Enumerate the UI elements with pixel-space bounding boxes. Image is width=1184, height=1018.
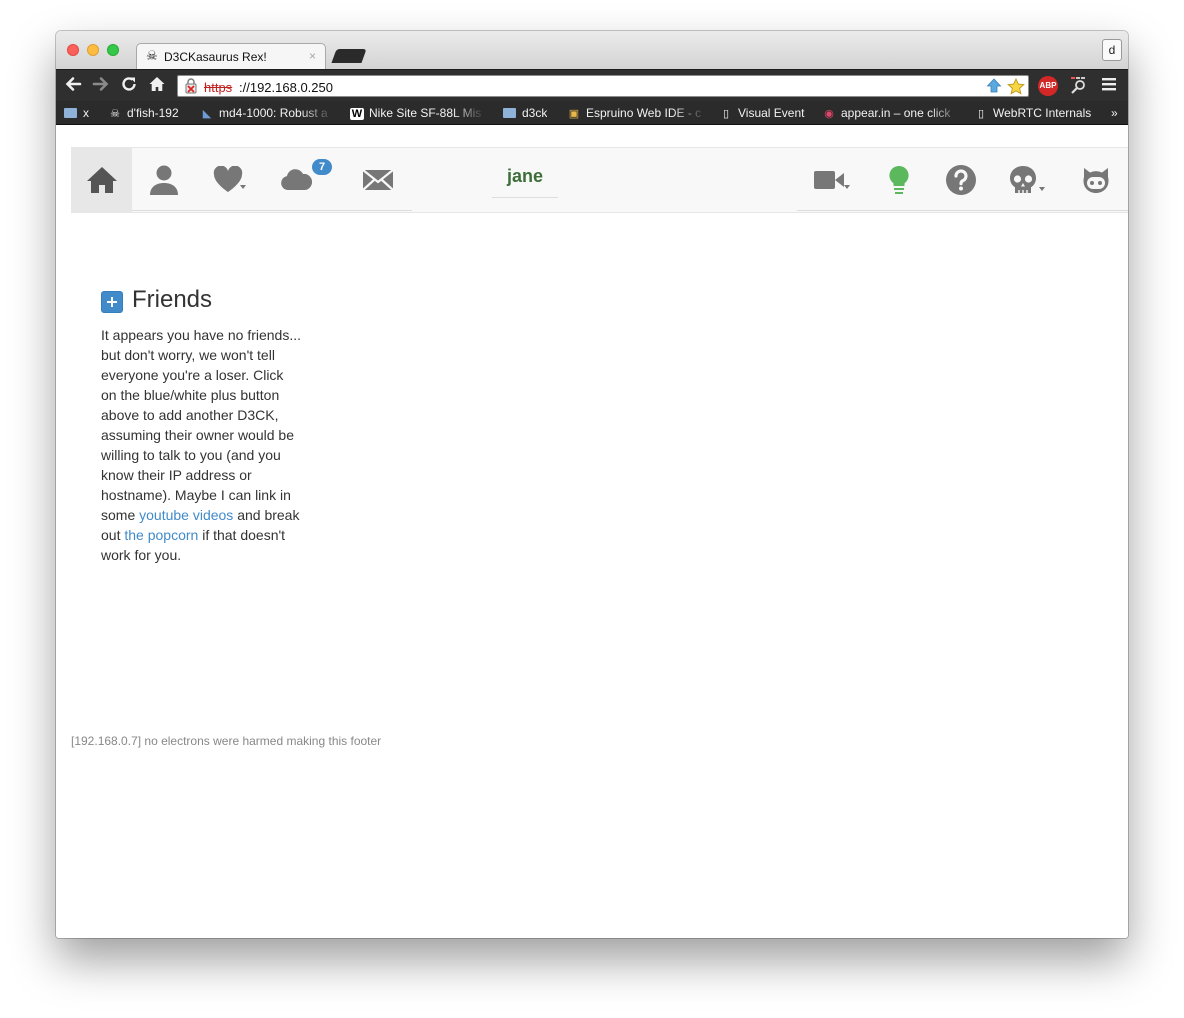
user-icon	[150, 165, 178, 195]
tab-title: D3CKasaurus Rex!	[164, 50, 267, 64]
bookmark-item[interactable]: ▣ Espruino Web IDE - c	[567, 106, 707, 120]
bookmark-item[interactable]: ☠ d'fish-192	[108, 106, 179, 120]
lightbulb-icon	[889, 165, 909, 194]
nav-lightbulb[interactable]	[869, 148, 929, 212]
title-bar: ☠ D3CKasaurus Rex! × d	[56, 31, 1128, 69]
wikipedia-icon: W	[350, 108, 364, 120]
browser-tab-active[interactable]: ☠ D3CKasaurus Rex! ×	[136, 43, 326, 69]
back-arrow-icon[interactable]	[63, 75, 83, 95]
bookmark-item[interactable]: ▯ Visual Event	[719, 106, 805, 120]
nav-cloud[interactable]	[266, 148, 326, 212]
chevron-down-icon	[1039, 187, 1045, 191]
nav-help[interactable]	[931, 148, 991, 212]
folder-icon	[64, 108, 77, 118]
search-extension-icon[interactable]	[1069, 75, 1089, 101]
cloud-icon	[281, 169, 312, 190]
bookmark-item[interactable]: x	[64, 106, 89, 120]
brand-username[interactable]: jane	[492, 163, 558, 198]
help-icon	[946, 165, 976, 195]
mail-icon	[362, 169, 394, 191]
close-window-button[interactable]	[67, 44, 79, 56]
address-bar[interactable]: https ://192.168.0.250	[177, 75, 1029, 97]
bookmark-star-icon[interactable]	[1007, 77, 1025, 99]
broken-lock-icon	[184, 78, 198, 94]
notification-badge: 7	[312, 159, 332, 175]
nav-divider	[132, 210, 412, 211]
bookmarks-more-button[interactable]: »	[1111, 106, 1118, 120]
skull-icon: ☠	[110, 108, 120, 120]
bookmark-item[interactable]: W Nike Site SF-88L Mis	[350, 106, 486, 120]
tab-close-icon[interactable]: ×	[309, 49, 316, 63]
home-icon	[87, 167, 117, 193]
bookmark-item[interactable]: d3ck	[503, 106, 547, 120]
menu-icon[interactable]	[1100, 75, 1118, 99]
profile-button[interactable]: d	[1102, 39, 1122, 61]
add-friend-button[interactable]	[101, 291, 123, 313]
popcorn-link[interactable]: the popcorn	[124, 527, 198, 543]
nav-home[interactable]	[72, 148, 132, 212]
youtube-videos-link[interactable]: youtube videos	[139, 507, 233, 523]
app-navbar: 7 jane	[71, 147, 1128, 213]
app-icon: ▣	[568, 108, 580, 120]
new-tab-button[interactable]	[331, 49, 367, 63]
nav-favorites-dropdown[interactable]	[198, 148, 258, 212]
friends-heading: Friends	[132, 286, 213, 313]
github-octocat-icon	[1083, 168, 1109, 193]
nav-github[interactable]	[1066, 148, 1126, 212]
friends-empty-message: It appears you have no friends... but do…	[101, 327, 302, 563]
adblock-icon[interactable]: ABP	[1038, 76, 1058, 96]
document-icon: ▯	[722, 108, 730, 120]
video-camera-icon	[814, 171, 844, 189]
home-icon[interactable]	[147, 75, 167, 95]
minimize-window-button[interactable]	[87, 44, 99, 56]
browser-toolbar: https ://192.168.0.250 ABP	[56, 69, 1128, 101]
browser-window: ☠ D3CKasaurus Rex! × d https ://192.168.…	[56, 31, 1128, 938]
reload-icon[interactable]	[119, 75, 139, 95]
chevron-down-icon	[844, 185, 850, 189]
zoom-window-button[interactable]	[107, 44, 119, 56]
document-icon: ▯	[977, 108, 985, 120]
bookmark-item[interactable]: ◉ appear.in – one click	[822, 106, 964, 120]
skull-icon	[1010, 166, 1036, 193]
nav-divider	[797, 210, 1128, 211]
folder-icon	[503, 108, 516, 118]
page-icon: ◣	[202, 108, 212, 120]
appear-icon: ◉	[824, 108, 834, 120]
heart-icon	[213, 166, 243, 192]
url-host: ://192.168.0.250	[239, 80, 333, 95]
bookmark-item[interactable]: ▯ WebRTC Internals	[974, 106, 1091, 120]
chevron-down-icon	[240, 185, 246, 189]
nav-user[interactable]	[134, 148, 194, 212]
nav-mail[interactable]	[348, 148, 408, 212]
skull-icon: ☠	[146, 48, 158, 63]
bookmark-item[interactable]: ◣ md4-1000: Robust a	[200, 106, 334, 120]
url-scheme: https	[204, 80, 233, 95]
bookmarks-bar: x ☠ d'fish-192 ◣ md4-1000: Robust a W Nike …	[56, 101, 1128, 125]
nav-video-dropdown[interactable]	[799, 148, 859, 212]
page-content: 7 jane Friends It appears you have no fr…	[56, 125, 1128, 938]
share-arrow-icon[interactable]	[986, 78, 1002, 98]
page-footer: [192.168.0.7] no electrons were harmed m…	[71, 734, 382, 748]
nav-skull-dropdown[interactable]	[993, 148, 1053, 212]
forward-arrow-icon[interactable]	[91, 75, 111, 95]
